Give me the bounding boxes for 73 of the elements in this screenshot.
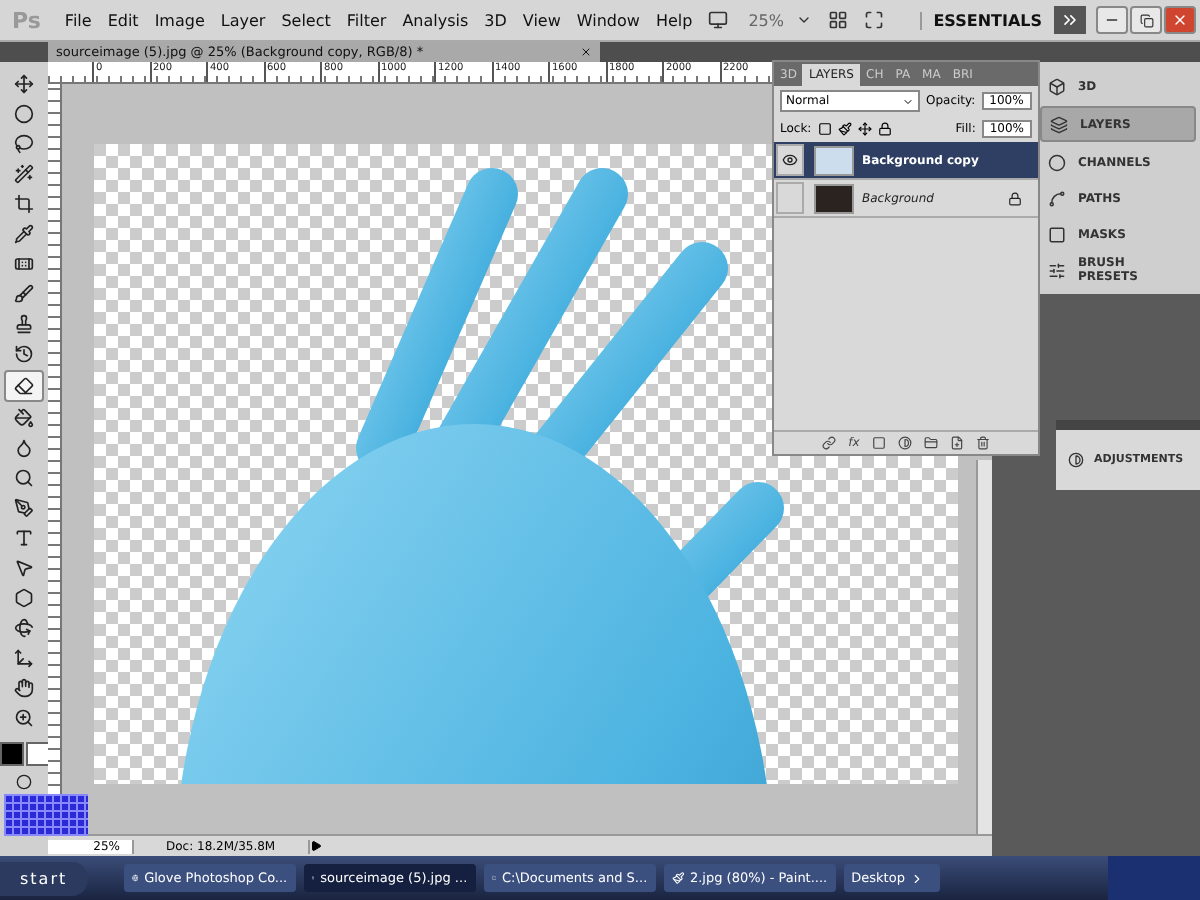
wand-icon <box>14 164 34 184</box>
menu-item[interactable]: Edit <box>99 11 147 29</box>
mask-icon[interactable] <box>871 436 886 450</box>
menu-item[interactable]: Filter <box>338 11 395 29</box>
menu-item[interactable]: Help <box>647 11 701 29</box>
menu-item[interactable]: Image <box>146 11 213 29</box>
panel-icon <box>1048 225 1066 243</box>
close-icon[interactable] <box>580 46 592 58</box>
start-button[interactable]: start <box>0 861 88 895</box>
scrollbar[interactable] <box>976 460 992 834</box>
visibility-toggle[interactable] <box>776 144 804 176</box>
visibility-toggle[interactable] <box>776 182 804 214</box>
lock-position-icon[interactable] <box>857 122 872 136</box>
system-tray <box>1108 856 1200 900</box>
hand-icon <box>14 678 34 698</box>
play-icon[interactable] <box>309 840 322 852</box>
pen-icon <box>14 498 34 518</box>
navigator-thumbnail <box>4 794 88 836</box>
close-icon <box>1172 12 1188 28</box>
new-layer-icon[interactable] <box>949 436 964 450</box>
marquee-icon <box>14 104 34 124</box>
crop-icon <box>14 194 34 214</box>
foreground-swatch[interactable] <box>0 742 23 766</box>
select-icon <box>14 558 34 578</box>
panel-icon <box>1048 261 1066 279</box>
menu-item[interactable]: Analysis <box>394 11 477 29</box>
folder-icon[interactable] <box>923 436 938 450</box>
panel-icon <box>1050 115 1068 133</box>
panel-icon <box>1048 153 1066 171</box>
minimize-button[interactable] <box>1096 6 1128 34</box>
trash-icon[interactable] <box>975 436 990 450</box>
layer-thumbnail <box>814 183 854 213</box>
expand-button[interactable] <box>1054 6 1086 34</box>
brush-icon <box>14 284 34 304</box>
menu-item[interactable]: Layer <box>212 11 274 29</box>
circle-icon <box>16 774 32 790</box>
app-logo: Ps <box>10 7 43 33</box>
menu-item[interactable]: File <box>56 11 100 29</box>
tool-button[interactable] <box>4 370 44 402</box>
heal-icon <box>14 254 34 274</box>
zoom-level[interactable]: 25% <box>736 11 788 29</box>
chevron-icon <box>910 871 925 885</box>
lock-pixels-icon[interactable] <box>837 122 852 136</box>
shape-icon <box>14 588 34 608</box>
panel-icon <box>1048 77 1066 95</box>
stamp-icon <box>14 314 34 334</box>
eraser-icon <box>14 376 34 396</box>
caret-icon <box>902 95 914 107</box>
adjustment-icon <box>1068 452 1084 468</box>
move3d-icon <box>14 648 34 668</box>
move-icon <box>14 74 34 94</box>
menu-item[interactable]: View <box>514 11 569 29</box>
history-icon <box>14 344 34 364</box>
close-button[interactable] <box>1164 6 1196 34</box>
zoom-icon <box>14 708 34 728</box>
lock-icon[interactable] <box>877 122 892 136</box>
link-icon[interactable] <box>822 436 837 450</box>
double-chevron-icon <box>1060 10 1080 30</box>
panel-icon <box>1048 189 1066 207</box>
restore-button[interactable] <box>1130 6 1162 34</box>
layer-thumbnail <box>814 145 854 175</box>
eyedropper-icon <box>14 224 34 244</box>
lasso-icon <box>14 134 34 154</box>
restore-icon <box>1139 13 1153 27</box>
bucket-icon <box>14 408 34 428</box>
type-icon <box>14 528 34 548</box>
rotate3d-icon <box>14 618 34 638</box>
eye-icon <box>782 152 798 168</box>
adjustment-icon[interactable] <box>897 436 912 450</box>
menu-item[interactable]: 3D <box>476 11 515 29</box>
menu-item[interactable]: Select <box>273 11 339 29</box>
lock-transparency-icon[interactable] <box>817 122 832 136</box>
menu-item[interactable]: Window <box>568 11 648 29</box>
